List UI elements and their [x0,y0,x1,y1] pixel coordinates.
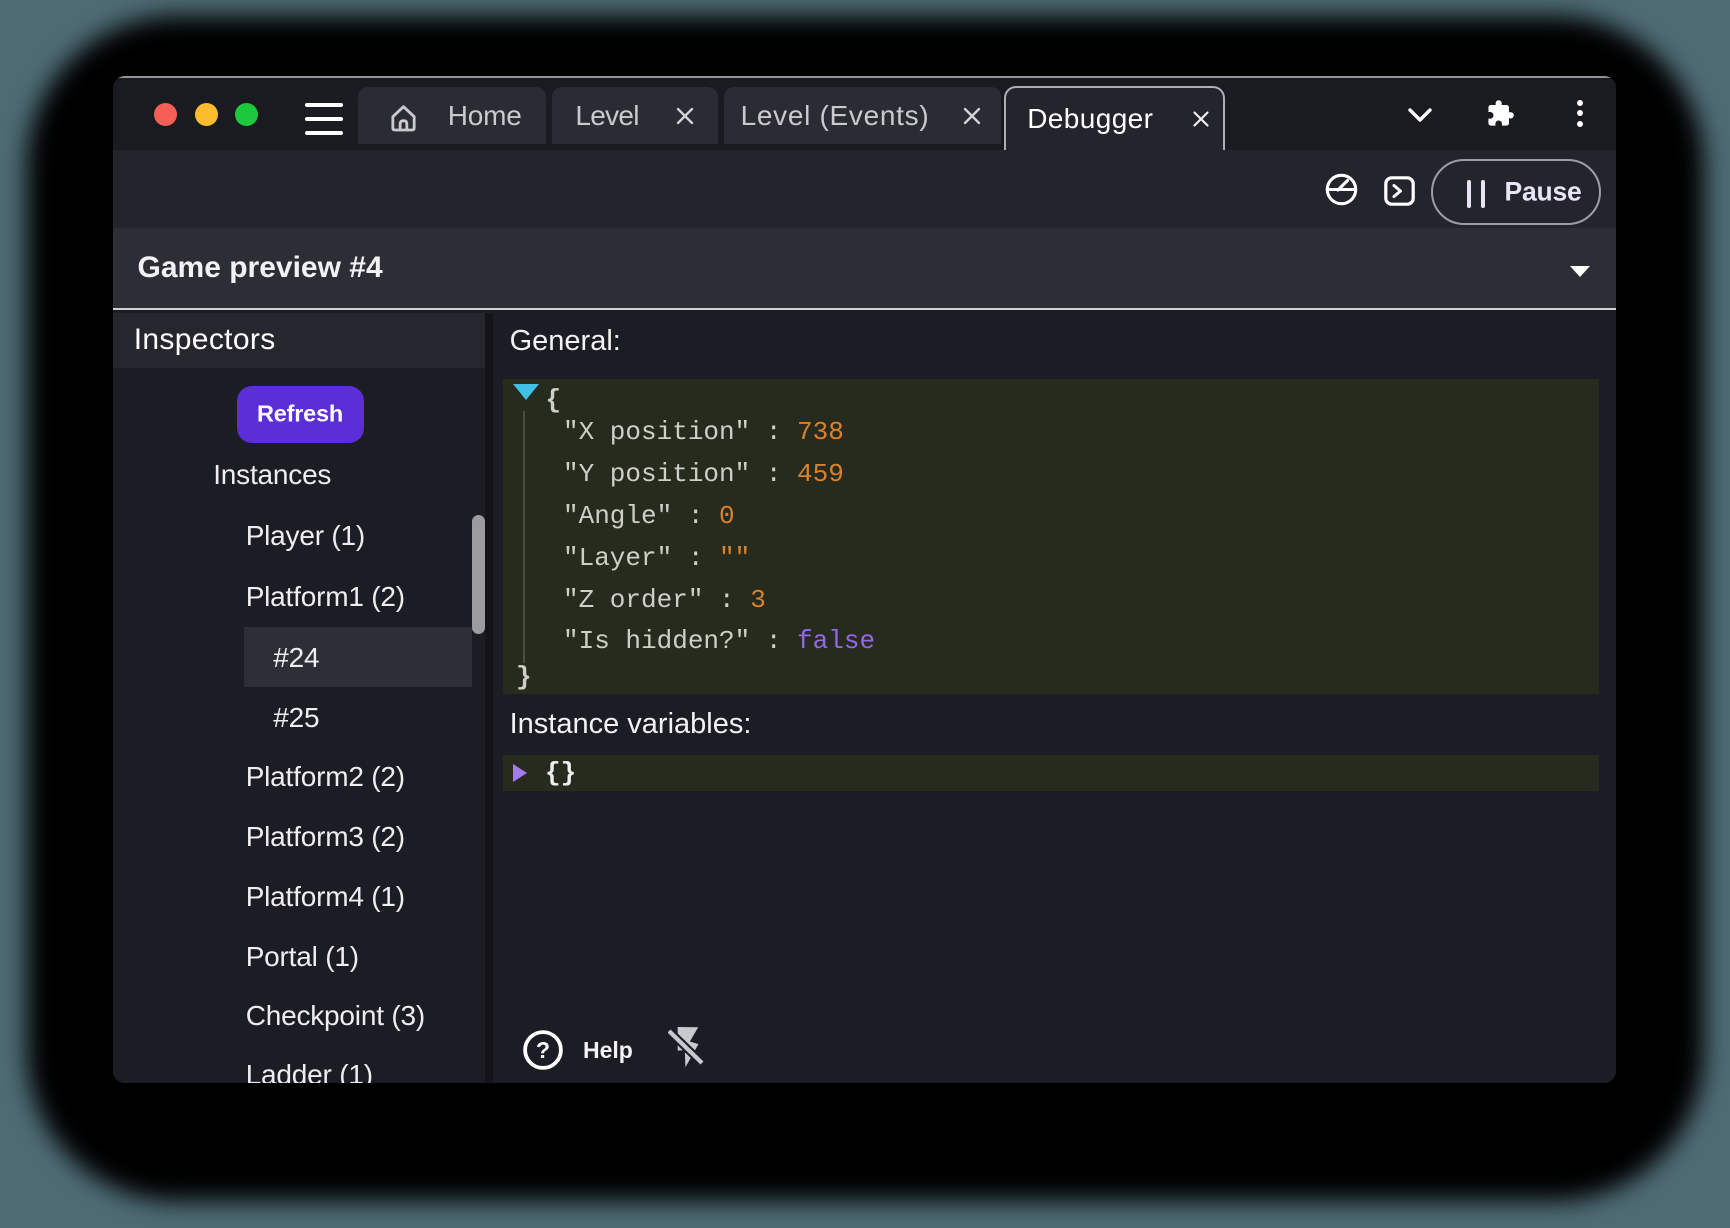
svg-text:?: ? [536,1037,550,1063]
